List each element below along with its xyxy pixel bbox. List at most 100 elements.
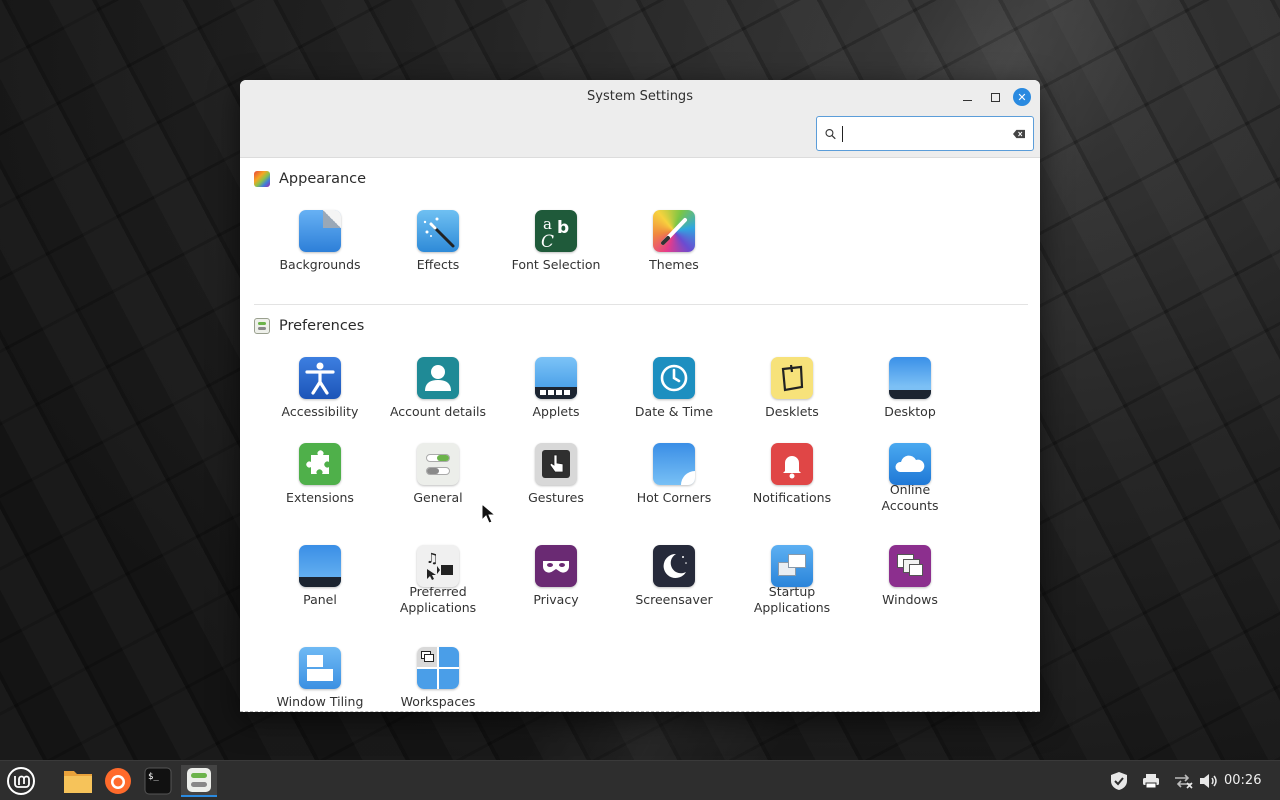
item-effects[interactable]: Effects — [379, 210, 497, 273]
section-divider — [254, 304, 1028, 305]
item-panel[interactable]: Panel — [261, 545, 379, 608]
item-date-time[interactable]: Date & Time — [615, 357, 733, 420]
preferences-icon — [254, 318, 270, 334]
volume-icon — [1200, 774, 1217, 788]
general-icon — [417, 443, 459, 485]
titlebar: System Settings ✕ — [240, 80, 1040, 158]
item-workspaces[interactable]: Workspaces — [379, 647, 497, 710]
mouse-pointer-icon — [481, 503, 497, 524]
item-window-tiling[interactable]: Window Tiling — [261, 647, 379, 710]
extensions-icon — [299, 443, 341, 485]
applets-icon — [535, 357, 577, 399]
item-label-line2: Applications — [753, 600, 831, 615]
item-label-line2: Accounts — [881, 498, 939, 513]
item-label: Preferred Applications — [379, 584, 497, 616]
appearance-title: Appearance — [279, 171, 367, 187]
item-label: Effects — [416, 257, 460, 272]
item-font-selection[interactable]: a b C Font Selection — [497, 210, 615, 273]
themes-icon — [653, 210, 695, 252]
minimize-icon — [962, 99, 972, 101]
hot-corners-icon — [653, 443, 695, 485]
shield-tray[interactable] — [1108, 769, 1130, 793]
terminal-launcher[interactable]: $_ — [142, 765, 174, 797]
scroll-edge-indicator — [240, 711, 1040, 712]
close-button[interactable]: ✕ — [1013, 88, 1031, 106]
settings-content: Appearance Backgrounds Effects a b C Fon… — [240, 158, 1040, 712]
item-label: Themes — [649, 257, 699, 272]
item-backgrounds[interactable]: Backgrounds — [261, 210, 379, 273]
files-launcher[interactable] — [62, 765, 94, 797]
item-themes[interactable]: Themes — [615, 210, 733, 273]
mint-menu-button[interactable] — [5, 765, 37, 797]
item-label: Gestures — [528, 490, 584, 505]
clear-search-icon[interactable] — [1012, 128, 1025, 140]
printer-tray[interactable] — [1140, 769, 1162, 793]
item-gestures[interactable]: Gestures — [497, 443, 615, 506]
item-windows[interactable]: Windows — [851, 545, 969, 608]
svg-text:a: a — [543, 215, 552, 233]
close-icon: ✕ — [1017, 90, 1027, 104]
item-screensaver[interactable]: Screensaver — [615, 545, 733, 608]
item-notifications[interactable]: Notifications — [733, 443, 851, 506]
item-label: Notifications — [752, 490, 832, 505]
item-label: Windows — [882, 592, 938, 607]
account-details-icon — [417, 357, 459, 399]
item-startup-applications[interactable]: Startup Applications — [733, 545, 851, 616]
maximize-icon — [990, 92, 1000, 102]
item-general[interactable]: General — [379, 443, 497, 506]
item-label: Font Selection — [511, 257, 601, 272]
item-label-line2: Applications — [399, 600, 477, 615]
item-label: Online Accounts — [851, 482, 969, 514]
item-label: General — [413, 490, 463, 505]
search-box[interactable] — [816, 116, 1034, 151]
online-accounts-icon — [889, 443, 931, 485]
windows-icon — [889, 545, 931, 587]
notifications-icon — [771, 443, 813, 485]
accessibility-icon — [299, 357, 341, 399]
clock[interactable]: 00:26 — [1224, 773, 1261, 788]
screensaver-icon — [653, 545, 695, 587]
window-title: System Settings — [587, 89, 693, 104]
item-desktop[interactable]: Desktop — [851, 357, 969, 420]
item-label: Backgrounds — [279, 257, 361, 272]
shield-icon — [1111, 772, 1127, 790]
appearance-icon — [254, 171, 270, 187]
item-label: Accessibility — [281, 404, 359, 419]
item-hot-corners[interactable]: Hot Corners — [615, 443, 733, 506]
firefox-icon — [105, 768, 131, 794]
firefox-launcher[interactable] — [102, 765, 134, 797]
item-accessibility[interactable]: Accessibility — [261, 357, 379, 420]
item-label: Window Tiling — [276, 694, 364, 709]
terminal-icon: $_ — [144, 767, 172, 795]
item-privacy[interactable]: Privacy — [497, 545, 615, 608]
volume-tray[interactable] — [1198, 769, 1220, 793]
item-desklets[interactable]: Desklets — [733, 357, 851, 420]
item-online-accounts[interactable]: Online Accounts — [851, 443, 969, 514]
printer-icon — [1143, 774, 1159, 789]
item-applets[interactable]: Applets — [497, 357, 615, 420]
svg-text:C: C — [541, 232, 554, 252]
font-selection-icon: a b C — [535, 210, 577, 252]
item-preferred-applications[interactable]: ♫ Preferred Applications — [379, 545, 497, 616]
item-label: Extensions — [286, 490, 354, 505]
item-label: Panel — [303, 592, 337, 607]
item-label: Workspaces — [400, 694, 476, 709]
desklets-icon — [771, 357, 813, 399]
svg-text:b: b — [557, 218, 569, 238]
date-time-icon — [653, 357, 695, 399]
preferred-applications-icon: ♫ — [417, 545, 459, 587]
network-tray[interactable] — [1172, 769, 1194, 793]
maximize-button[interactable] — [986, 88, 1004, 106]
item-extensions[interactable]: Extensions — [261, 443, 379, 506]
search-icon — [825, 128, 836, 139]
gestures-icon — [535, 443, 577, 485]
search-input[interactable] — [842, 126, 1013, 141]
files-icon — [64, 771, 92, 793]
mint-menu-icon — [7, 767, 35, 795]
system-settings-icon — [187, 768, 211, 792]
item-account-details[interactable]: Account details — [379, 357, 497, 420]
item-label: Hot Corners — [636, 490, 712, 505]
system-settings-taskbar-button[interactable] — [181, 765, 217, 797]
privacy-icon — [535, 545, 577, 587]
minimize-button[interactable] — [958, 88, 976, 106]
